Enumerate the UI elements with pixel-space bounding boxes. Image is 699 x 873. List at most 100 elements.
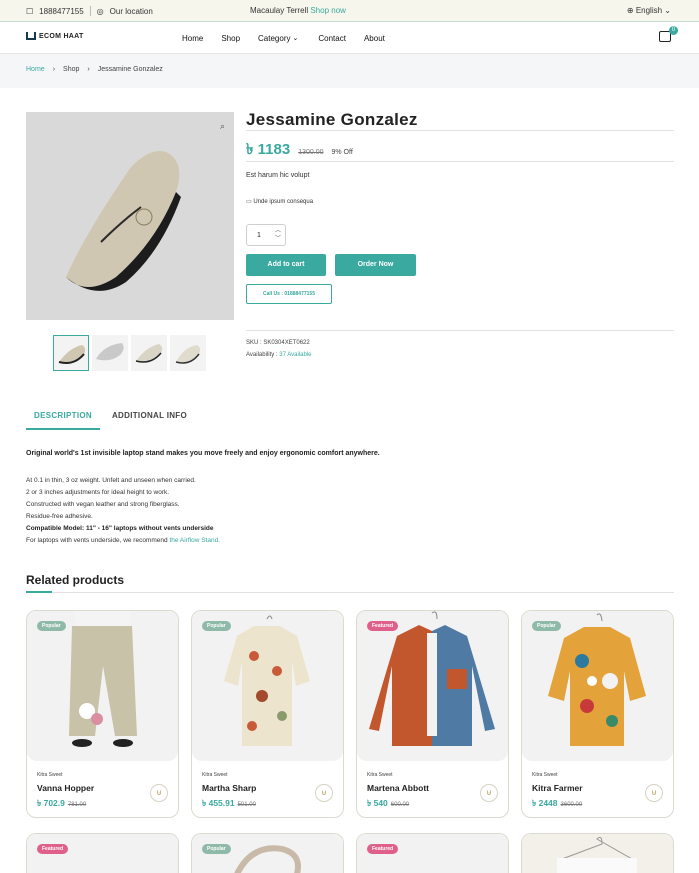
card-brand: Kitra Sweet bbox=[532, 772, 558, 778]
divider bbox=[89, 6, 91, 16]
main-nav: ECOM HAAT Home Shop Category ⌄ Contact A… bbox=[0, 22, 699, 54]
pants-image bbox=[69, 611, 137, 747]
card-old-price: 781.00 bbox=[67, 802, 87, 808]
description-lead: Original world's 1st invisible laptop st… bbox=[26, 450, 380, 457]
add-to-cart-icon[interactable]: ⊍ bbox=[480, 784, 498, 802]
zoom-icon[interactable]: ⌕ bbox=[220, 121, 225, 132]
breadcrumb-separator: › bbox=[52, 66, 56, 73]
product-card[interactable]: Popular bbox=[191, 833, 344, 873]
product-image bbox=[357, 611, 508, 761]
card-old-price: 600.00 bbox=[390, 802, 410, 808]
breadcrumb-home[interactable]: Home bbox=[26, 66, 45, 73]
product-card[interactable]: Popular Kitra Sweet Vanna Hopper ৳ 702.9… bbox=[26, 610, 179, 818]
product-card[interactable] bbox=[521, 833, 674, 873]
divider bbox=[246, 130, 674, 131]
popular-badge: Popular bbox=[202, 621, 231, 631]
vents-text: For laptops with vents underside, we rec… bbox=[26, 537, 168, 544]
product-card[interactable]: Featured bbox=[356, 833, 509, 873]
short-description: Est harum hic volupt bbox=[246, 172, 310, 179]
top-bar: ☐ 1888477155 ◎ Our location Macaulay Ter… bbox=[0, 0, 699, 22]
breadcrumb: Home › Shop › Jessamine Gonzalez bbox=[0, 54, 699, 88]
product-price: ৳ 1183 1300.00 9% Off bbox=[246, 138, 353, 163]
card-current-price: ৳ 455.91 bbox=[202, 798, 235, 808]
card-brand: Kitra Sweet bbox=[202, 772, 228, 778]
thumbnail[interactable] bbox=[92, 335, 128, 371]
card-brand: Kitra Sweet bbox=[367, 772, 393, 778]
breadcrumb-separator: › bbox=[87, 66, 90, 73]
tab-additional-info[interactable]: ADDITIONAL INFO bbox=[104, 408, 195, 430]
tab-description[interactable]: DESCRIPTION bbox=[26, 408, 100, 430]
cart-count-badge: 0 bbox=[669, 26, 678, 35]
call-us-button[interactable]: Call Us : 01888477155 bbox=[246, 284, 332, 304]
product-card[interactable]: Featured bbox=[26, 833, 179, 873]
quantity-stepper[interactable]: 1 ︿ ﹀ bbox=[246, 224, 286, 246]
brand-logo[interactable]: ECOM HAAT bbox=[26, 32, 84, 40]
brand-name: ECOM HAAT bbox=[39, 32, 84, 40]
product-main-image[interactable]: ⌕ bbox=[26, 112, 234, 320]
promo-banner: Macaulay Terrell Shop now bbox=[250, 6, 346, 15]
breadcrumb-shop[interactable]: Shop bbox=[63, 66, 79, 73]
discount-label: 9% Off bbox=[331, 149, 353, 156]
availability-label: Availability : bbox=[246, 352, 278, 358]
add-to-cart-icon[interactable]: ⊍ bbox=[645, 784, 663, 802]
card-price: ৳ 2448 3600.00 bbox=[532, 797, 582, 811]
language-label: English bbox=[635, 6, 663, 15]
hanger-image bbox=[557, 836, 637, 873]
divider bbox=[246, 330, 674, 331]
shirt-image bbox=[548, 613, 646, 746]
card-name[interactable]: Martena Abbott bbox=[367, 783, 429, 793]
cart-icon[interactable]: 0 bbox=[659, 26, 678, 42]
card-name[interactable]: Martha Sharp bbox=[202, 783, 256, 793]
product-tabs: DESCRIPTION ADDITIONAL INFO bbox=[26, 408, 195, 430]
featured-badge: Featured bbox=[367, 621, 399, 631]
airflow-stand-link[interactable]: the Airflow Stand. bbox=[169, 537, 220, 544]
nav-home[interactable]: Home bbox=[182, 34, 203, 43]
shoe-image bbox=[66, 151, 181, 291]
shoe-thumb-image bbox=[58, 345, 86, 364]
topbar-phone[interactable]: 1888477155 bbox=[39, 7, 84, 16]
card-current-price: ৳ 702.9 bbox=[37, 798, 65, 808]
add-to-cart-icon[interactable]: ⊍ bbox=[315, 784, 333, 802]
current-price: ৳ 1183 bbox=[246, 141, 291, 158]
shoe-thumb-image bbox=[96, 343, 124, 361]
order-now-button[interactable]: Order Now bbox=[335, 254, 416, 276]
card-price: ৳ 702.9 781.00 bbox=[37, 797, 86, 811]
nav-contact[interactable]: Contact bbox=[318, 34, 346, 43]
language-selector[interactable]: ⊕ English ⌄ bbox=[627, 6, 671, 15]
extra-info: ▭ Unde ipsum consequa bbox=[246, 198, 313, 205]
popular-badge: Popular bbox=[202, 844, 231, 854]
location-icon: ◎ bbox=[96, 6, 104, 16]
product-card[interactable]: Featured Kitra Sweet Martena Abbott ৳ 54… bbox=[356, 610, 509, 818]
product-card[interactable]: Popular Kitra Sweet Kitra Farmer ৳ 2448 … bbox=[521, 610, 674, 818]
card-name[interactable]: Kitra Farmer bbox=[532, 783, 583, 793]
add-to-cart-icon[interactable]: ⊍ bbox=[150, 784, 168, 802]
card-name[interactable]: Vanna Hopper bbox=[37, 783, 94, 793]
nav-category[interactable]: Category bbox=[258, 34, 290, 43]
thumbnail[interactable] bbox=[170, 335, 206, 371]
promo-shop-link[interactable]: Shop now bbox=[310, 6, 346, 15]
topbar-location[interactable]: Our location bbox=[110, 7, 153, 16]
shoe-thumb-image bbox=[175, 345, 201, 364]
thumbnail[interactable] bbox=[131, 335, 167, 371]
card-brand: Kitra Sweet bbox=[37, 772, 63, 778]
shirt-image bbox=[224, 615, 310, 746]
sku-value: SK0304XET0622 bbox=[263, 340, 310, 346]
box-icon: ▭ bbox=[246, 199, 252, 205]
product-image bbox=[522, 834, 673, 873]
featured-badge: Featured bbox=[37, 844, 69, 854]
product-image bbox=[27, 611, 178, 761]
shoe-thumb-image bbox=[135, 344, 163, 363]
thumbnail-strip bbox=[53, 335, 206, 371]
product-image bbox=[522, 611, 673, 761]
sku-label: SKU : bbox=[246, 340, 262, 346]
description-line: Constructed with vegan leather and stron… bbox=[26, 501, 180, 508]
nav-shop[interactable]: Shop bbox=[221, 34, 240, 43]
breadcrumb-current: Jessamine Gonzalez bbox=[97, 66, 163, 73]
nav-about[interactable]: About bbox=[364, 34, 385, 43]
product-card[interactable]: Popular Kitra Sweet Martha Sharp ৳ 455.9… bbox=[191, 610, 344, 818]
add-to-cart-button[interactable]: Add to cart bbox=[246, 254, 326, 276]
thumbnail[interactable] bbox=[53, 335, 89, 371]
availability-row: Availability : 37 Available bbox=[246, 352, 312, 358]
card-old-price: 3600.00 bbox=[560, 802, 583, 808]
stepper-arrows-icon[interactable]: ︿ ﹀ bbox=[275, 227, 281, 243]
